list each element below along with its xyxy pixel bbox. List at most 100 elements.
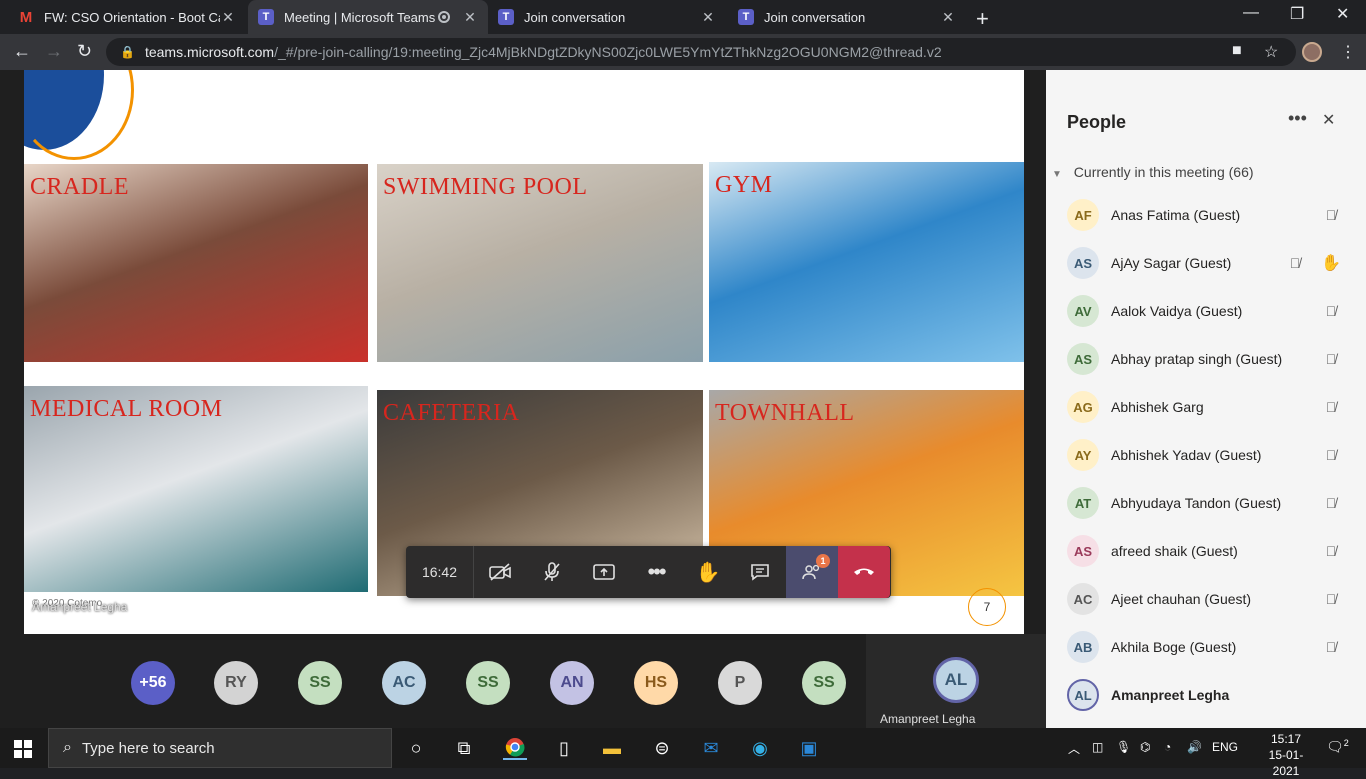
hang-up-button[interactable] (838, 546, 890, 598)
participant-avatar[interactable]: P (718, 661, 762, 705)
forward-icon[interactable]: → (45, 41, 63, 62)
profile-avatar[interactable] (1302, 42, 1322, 62)
whiteboard-icon[interactable]: ▣ (797, 736, 821, 760)
participant-avatar[interactable]: SS (802, 661, 846, 705)
restore-icon[interactable]: ❐ (1290, 4, 1304, 24)
back-icon[interactable]: ← (13, 41, 31, 62)
tab-title: Meeting | Microsoft Teams (284, 9, 436, 25)
tray-network-icon[interactable]: ⌬ (1140, 740, 1150, 754)
chat-button[interactable] (734, 546, 786, 598)
mic-muted-icon: 🎙̸ (1325, 207, 1337, 223)
close-tab-icon[interactable]: ✕ (462, 9, 478, 26)
person-row[interactable]: AT Abhyudaya Tandon (Guest) 🎙̸ (1067, 483, 1357, 523)
address-bar[interactable]: 🔒 teams.microsoft.com /_#/pre-join-calli… (106, 38, 1296, 66)
tab-join-conversation-2[interactable]: T Join conversation ✕ (728, 0, 966, 34)
participant-avatar[interactable]: AC (382, 661, 426, 705)
teams-icon: T (258, 9, 274, 25)
mute-button[interactable] (526, 546, 578, 598)
tray-clock[interactable]: 15:17 15-01-2021 (1258, 731, 1314, 779)
person-avatar: AV (1067, 295, 1099, 327)
hang-up-icon (854, 568, 874, 575)
tab-meeting[interactable]: T Meeting | Microsoft Teams ✕ (248, 0, 488, 34)
chrome-icon[interactable] (503, 736, 527, 760)
more-actions-button[interactable]: ••• (630, 546, 682, 598)
share-button[interactable] (578, 546, 630, 598)
person-avatar: AG (1067, 391, 1099, 423)
browser-window: M FW: CSO Orientation - Boot Cam ✕ T Mee… (0, 0, 1366, 728)
notifications-icon[interactable]: 🗨2 (1326, 738, 1349, 756)
mic-muted-icon: 🎙̸ (1325, 351, 1337, 367)
person-row[interactable]: AF Anas Fatima (Guest) 🎙̸ (1067, 195, 1357, 235)
person-row[interactable]: AB Akhila Boge (Guest) 🎙̸ (1067, 627, 1357, 667)
tab-strip: M FW: CSO Orientation - Boot Cam ✕ T Mee… (0, 0, 1366, 34)
participants-button[interactable]: 1 (786, 546, 838, 598)
tab-title: Join conversation (524, 9, 626, 25)
browser-menu-icon[interactable]: ⋮ (1340, 42, 1356, 62)
tray-language[interactable]: ENG (1212, 740, 1238, 754)
photo-caption: MEDICAL ROOM (30, 396, 223, 422)
taskbar-search[interactable]: ⌕ Type here to search (48, 728, 392, 768)
person-row[interactable]: AG Abhishek Garg 🎙̸ (1067, 387, 1357, 427)
person-row[interactable]: AC Ajeet chauhan (Guest) 🎙̸ (1067, 579, 1357, 619)
tab-gmail[interactable]: M FW: CSO Orientation - Boot Cam ✕ (8, 0, 246, 34)
participant-avatar[interactable]: SS (298, 661, 342, 705)
participant-avatar[interactable]: RY (214, 661, 258, 705)
vpn-app-icon[interactable]: ⊜ (650, 736, 674, 760)
reload-icon[interactable]: ↻ (77, 41, 92, 62)
mail-icon[interactable]: ✉ (699, 736, 723, 760)
new-tab-icon[interactable]: + (976, 6, 989, 32)
raise-hand-button[interactable]: ✋ (682, 546, 734, 598)
cortana-icon[interactable]: ○ (404, 736, 428, 760)
person-row[interactable]: AS afreed shaik (Guest) 🎙̸ (1067, 531, 1357, 571)
edge-icon[interactable]: ◉ (748, 736, 772, 760)
people-panel-title: People (1067, 112, 1127, 132)
close-panel-icon[interactable]: ✕ (1322, 110, 1335, 130)
person-name: Aalok Vaidya (Guest) (1111, 303, 1243, 319)
person-name: Amanpreet Legha (1111, 687, 1230, 703)
mic-muted-icon: 🎙̸ (1325, 447, 1337, 463)
camera-blocked-icon[interactable]: ■ (1232, 42, 1242, 60)
close-tab-icon[interactable]: ✕ (220, 9, 236, 26)
close-tab-icon[interactable]: ✕ (940, 9, 956, 26)
tray-camera-icon[interactable]: ◫ (1092, 740, 1103, 754)
call-timer: 16:42 (406, 546, 474, 598)
photo-caption: GYM (715, 172, 773, 198)
person-avatar: AS (1067, 535, 1099, 567)
mic-muted-icon: 🎙̸ (1325, 303, 1337, 319)
person-row[interactable]: AS AjAy Sagar (Guest) 🎙̸ ✋ (1067, 243, 1357, 283)
person-row[interactable]: AV Aalok Vaidya (Guest) 🎙̸ (1067, 291, 1357, 331)
camera-off-button[interactable] (474, 546, 526, 598)
file-explorer-icon[interactable]: ▬ (600, 736, 624, 760)
tray-wifi-icon[interactable]: ◔ (1164, 740, 1171, 754)
person-row[interactable]: AY Abhishek Yadav (Guest) 🎙̸ (1067, 435, 1357, 475)
windows-start-icon[interactable] (14, 740, 32, 758)
person-avatar: AC (1067, 583, 1099, 615)
task-view-icon[interactable]: ⧉ (452, 736, 476, 760)
search-placeholder: Type here to search (81, 739, 215, 757)
participant-avatar[interactable]: AN (550, 661, 594, 705)
tray-mic-icon[interactable]: 🎙 (1116, 740, 1131, 754)
file-icon[interactable]: ▯ (552, 736, 576, 760)
person-row[interactable]: AL Amanpreet Legha (1067, 675, 1357, 715)
participant-avatar[interactable]: HS (634, 661, 678, 705)
minimize-icon[interactable]: — (1243, 4, 1259, 22)
panel-more-options-icon[interactable]: ••• (1288, 108, 1307, 129)
presenter-tile[interactable]: AL Amanpreet Legha (866, 634, 1046, 728)
chat-icon (751, 564, 769, 581)
participant-avatar[interactable]: SS (466, 661, 510, 705)
person-avatar: AS (1067, 247, 1099, 279)
photo-caption: CAFETERIA (383, 400, 520, 426)
person-name: AjAy Sagar (Guest) (1111, 255, 1232, 271)
close-window-icon[interactable]: ✕ (1336, 4, 1349, 24)
tray-volume-icon[interactable]: 🔊 (1187, 740, 1202, 754)
close-tab-icon[interactable]: ✕ (700, 9, 716, 26)
more-participants-avatar[interactable]: +56 (131, 661, 175, 705)
in-meeting-section-header[interactable]: ▼ Currently in this meeting (66) (1052, 164, 1254, 180)
tab-join-conversation-1[interactable]: T Join conversation ✕ (488, 0, 726, 34)
tray-expand-icon[interactable]: ︿ (1068, 740, 1080, 757)
person-name: Anas Fatima (Guest) (1111, 207, 1241, 223)
bookmark-star-icon[interactable]: ☆ (1264, 42, 1278, 62)
share-tray-icon (593, 564, 615, 580)
in-meeting-count: Currently in this meeting (66) (1073, 164, 1254, 180)
person-row[interactable]: AS Abhay pratap singh (Guest) 🎙̸ (1067, 339, 1357, 379)
